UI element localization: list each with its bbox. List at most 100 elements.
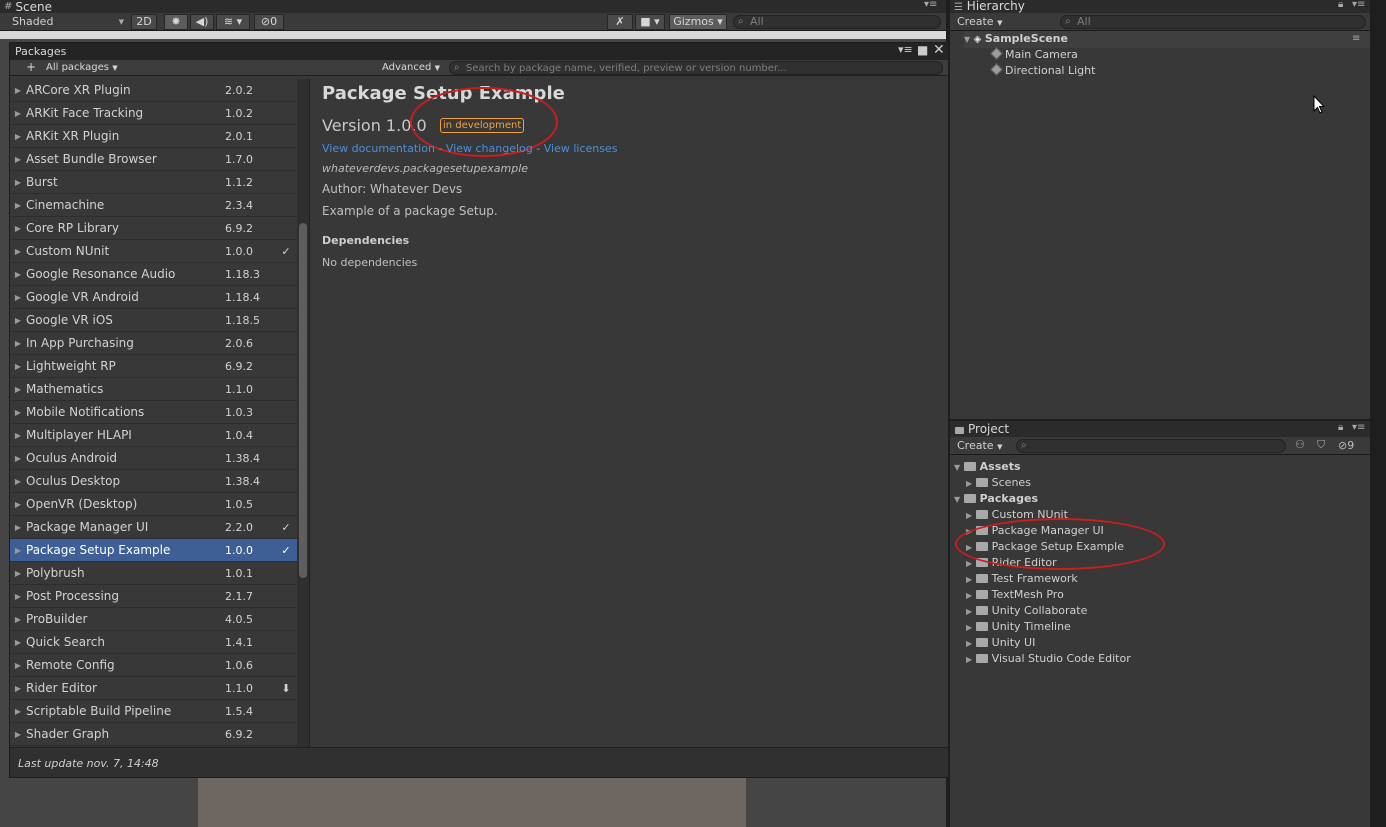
hidden-packages-toggle[interactable]: ⊘9 [1338, 439, 1354, 452]
camera-icon[interactable]: ■ ▾ [635, 14, 665, 30]
collapsed-arrow-icon[interactable]: ▶ [10, 385, 26, 394]
package-list-item[interactable]: ▶ ARKit Face Tracking 1.0.2 [10, 102, 297, 125]
package-list-item[interactable]: ▶ ARCore XR Plugin 2.0.2 [10, 79, 297, 102]
tab-scene[interactable]: # Scene [4, 0, 52, 13]
package-list-item[interactable]: ▶ Scriptable Build Pipeline 1.5.4 [10, 700, 297, 723]
menu-icon[interactable]: ▾≡ [1352, 422, 1365, 433]
view-changelog-link[interactable]: View changelog [446, 142, 533, 155]
add-package-button[interactable]: + [26, 60, 36, 75]
menu-icon[interactable]: ▾≡ [898, 43, 913, 56]
tab-project[interactable]: Project [955, 422, 1009, 436]
menu-icon[interactable]: ▾≡ [1352, 0, 1365, 10]
package-list-item[interactable]: ▶ Core RP Library 6.9.2 [10, 217, 297, 240]
package-list-item[interactable]: ▶ Asset Bundle Browser 1.7.0 [10, 148, 297, 171]
collapsed-arrow-icon[interactable]: ▶ [10, 592, 26, 601]
collapsed-arrow-icon[interactable]: ▶ [10, 339, 26, 348]
package-list-item[interactable]: ▶ Oculus Android 1.38.4 [10, 447, 297, 470]
collapsed-arrow-icon[interactable]: ▶ [10, 224, 26, 233]
lock-icon[interactable]: 🔒︎ [1338, 422, 1343, 433]
lightbulb-icon[interactable]: ✸ [164, 14, 188, 30]
view-documentation-link[interactable]: View documentation [322, 142, 435, 155]
hierarchy-search-input[interactable]: ⌕ All [1060, 15, 1366, 29]
package-list-item[interactable]: ▶ Lightweight RP 6.9.2 [10, 355, 297, 378]
package-list-item[interactable]: ▶ Package Setup Example 1.0.0 ✓ [10, 539, 297, 562]
menu-icon[interactable]: ▾≡ [924, 0, 937, 10]
collapsed-arrow-icon[interactable]: ▶ [10, 707, 26, 716]
collapsed-arrow-icon[interactable]: ▶ [10, 270, 26, 279]
package-list-item[interactable]: ▶ Polybrush 1.0.1 [10, 562, 297, 585]
collapsed-arrow-icon[interactable]: ▶ [10, 615, 26, 624]
package-filter-dropdown[interactable]: All packages ▼ [46, 60, 118, 76]
package-list-item[interactable]: ▶ OpenVR (Desktop) 1.0.5 [10, 493, 297, 516]
package-list-item[interactable]: ▶ Rider Editor 1.1.0 ⬇ [10, 677, 297, 700]
hierarchy-create-dropdown[interactable]: Create ▼ [957, 13, 1002, 32]
package-list-item[interactable]: ▶ Oculus Desktop 1.38.4 [10, 470, 297, 493]
collapsed-arrow-icon[interactable]: ▶ [10, 201, 26, 210]
hierarchy-item-main-camera[interactable]: Main Camera [990, 47, 1078, 63]
gizmos-dropdown[interactable]: Gizmos ▾ [669, 14, 727, 30]
collapsed-arrow-icon[interactable]: ▶ [10, 408, 26, 417]
tools-icon[interactable]: ✗ [607, 14, 633, 30]
package-list-item[interactable]: ▶ Quick Search 1.4.1 [10, 631, 297, 654]
package-list-item[interactable]: ▶ Package Manager UI 2.2.0 ✓ [10, 516, 297, 539]
layers-icon[interactable]: ≋ ▾ [216, 14, 250, 30]
project-package-folder[interactable]: ▶ TextMesh Pro [966, 587, 1064, 604]
package-list-item[interactable]: ▶ Mathematics 1.1.0 [10, 378, 297, 401]
advanced-dropdown[interactable]: Advanced ▼ [382, 60, 440, 76]
project-package-folder[interactable]: ▶ Test Framework [966, 571, 1078, 588]
package-list-item[interactable]: ▶ ProBuilder 4.0.5 [10, 608, 297, 631]
package-list-scroll-thumb[interactable] [299, 223, 307, 578]
tag-icon[interactable]: ⛉ [1317, 438, 1325, 452]
collapsed-arrow-icon[interactable]: ▶ [10, 546, 26, 555]
maximize-icon[interactable]: ■ [917, 43, 928, 57]
project-package-folder[interactable]: ▶ Unity UI [966, 635, 1035, 652]
collapsed-arrow-icon[interactable]: ▶ [10, 316, 26, 325]
package-list-item[interactable]: ▶ Mobile Notifications 1.0.3 [10, 401, 297, 424]
package-list-item[interactable]: ▶ In App Purchasing 2.0.6 [10, 332, 297, 355]
collapsed-arrow-icon[interactable]: ▶ [10, 500, 26, 509]
package-list-item[interactable]: ▶ Post Processing 2.1.7 [10, 585, 297, 608]
collapsed-arrow-icon[interactable]: ▶ [10, 293, 26, 302]
shading-mode-dropdown[interactable]: Shaded ▼ [12, 13, 124, 31]
view-licenses-link[interactable]: View licenses [544, 142, 618, 155]
project-package-folder[interactable]: ▶ Unity Collaborate [966, 603, 1087, 620]
scene-search-input[interactable]: ⌕ All [733, 15, 941, 29]
package-list-item[interactable]: ▶ Google Resonance Audio 1.18.3 [10, 263, 297, 286]
package-list-item[interactable]: ▶ Burst 1.1.2 [10, 171, 297, 194]
package-list-item[interactable]: ▶ Multiplayer HLAPI 1.0.4 [10, 424, 297, 447]
package-list-item[interactable]: ▶ Google VR Android 1.18.4 [10, 286, 297, 309]
package-list-item[interactable]: ▶ Remote Config 1.0.6 [10, 654, 297, 677]
project-root-packages[interactable]: ▼ Packages [954, 491, 1038, 508]
package-list-item[interactable]: ▶ Google VR iOS 1.18.5 [10, 309, 297, 332]
collapsed-arrow-icon[interactable]: ▶ [10, 569, 26, 578]
package-list-item[interactable]: ▶ Custom NUnit 1.0.0 ✓ [10, 240, 297, 263]
tab-hierarchy[interactable]: ☰ Hierarchy [954, 0, 1025, 14]
project-root-assets[interactable]: ▼ Assets [954, 459, 1021, 476]
collapsed-arrow-icon[interactable]: ▶ [10, 247, 26, 256]
scene-root-item[interactable]: ▼ ◈ SampleScene ≡ [964, 31, 1370, 48]
collapsed-arrow-icon[interactable]: ▶ [10, 431, 26, 440]
menu-icon[interactable]: ≡ [1352, 31, 1360, 47]
collapsed-arrow-icon[interactable]: ▶ [10, 661, 26, 670]
project-search-input[interactable]: ⌕ [1016, 439, 1286, 453]
collapsed-arrow-icon[interactable]: ▶ [10, 155, 26, 164]
collapsed-arrow-icon[interactable]: ▶ [10, 523, 26, 532]
collapsed-arrow-icon[interactable]: ▶ [10, 109, 26, 118]
mode-2d-toggle[interactable]: 2D [131, 14, 157, 30]
collapsed-arrow-icon[interactable]: ▶ [10, 684, 26, 693]
project-create-dropdown[interactable]: Create ▼ [957, 437, 1002, 456]
project-folder-scenes[interactable]: ▶ Scenes [966, 475, 1031, 492]
collapsed-arrow-icon[interactable]: ▶ [10, 730, 26, 739]
collapsed-arrow-icon[interactable]: ▶ [10, 178, 26, 187]
project-package-folder[interactable]: ▶ Visual Studio Code Editor [966, 651, 1131, 668]
hidden-objects-toggle[interactable]: ⊘0 [254, 14, 284, 30]
project-package-folder[interactable]: ▶ Unity Timeline [966, 619, 1071, 636]
collapsed-arrow-icon[interactable]: ▶ [10, 454, 26, 463]
hierarchy-item-directional-light[interactable]: Directional Light [990, 63, 1095, 79]
collapsed-arrow-icon[interactable]: ▶ [10, 86, 26, 95]
speaker-icon[interactable]: ◀) [190, 14, 214, 30]
lock-icon[interactable]: 🔒︎ [1338, 0, 1343, 10]
collapsed-arrow-icon[interactable]: ▶ [10, 132, 26, 141]
collapsed-arrow-icon[interactable]: ▶ [10, 638, 26, 647]
collapsed-arrow-icon[interactable]: ▶ [10, 477, 26, 486]
